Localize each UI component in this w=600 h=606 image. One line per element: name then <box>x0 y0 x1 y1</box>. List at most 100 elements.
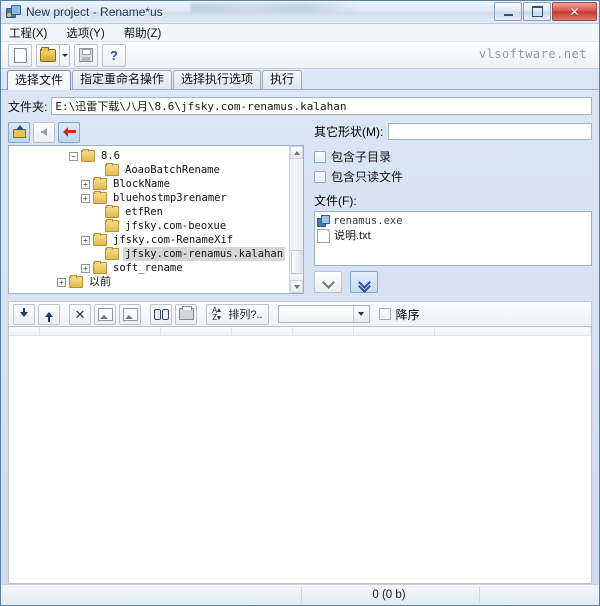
folder-path-input[interactable]: E:\迅雷下载\八月\8.6\jfsky.com-renamus.kalahan <box>51 97 592 115</box>
tree-item[interactable]: etfRen <box>9 205 303 219</box>
folder-path-label: 文件夹: <box>8 99 48 114</box>
scroll-up-button[interactable] <box>290 146 303 159</box>
file-list[interactable]: renamus.exe 说明.txt <box>314 211 592 266</box>
expand-box-icon[interactable]: + <box>81 193 90 203</box>
text-file-icon <box>317 229 330 243</box>
tab-bar: 选择文件 指定重命名操作 选择执行选项 执行 <box>1 69 599 90</box>
preview-image-button[interactable] <box>94 303 116 325</box>
new-project-button[interactable] <box>8 43 32 67</box>
tab-select-files[interactable]: 选择文件 <box>7 70 72 90</box>
title-bar: New project - Rename*us ✕ <box>1 1 599 24</box>
main-toolbar: ? vlsoftware.net <box>1 42 599 69</box>
file-options-pane: 其它形状(M): 包含子目录 包含只读文件 文件(F): renamus.exe <box>314 122 592 294</box>
edit-image-button[interactable] <box>119 303 141 325</box>
selected-files-list[interactable] <box>8 326 592 584</box>
tree-item[interactable]: + BlockName <box>9 177 303 191</box>
include-readonly-row[interactable]: 包含只读文件 <box>314 168 592 185</box>
tab-rename-actions[interactable]: 指定重命名操作 <box>72 70 173 89</box>
descending-label: 降序 <box>395 307 420 322</box>
tree-item[interactable]: + soft_rename <box>9 261 303 275</box>
column-header[interactable] <box>435 327 591 335</box>
tree-item[interactable]: + jfsky.com-RenameXif <box>9 233 303 247</box>
include-subdirs-label: 包含子目录 <box>331 150 392 164</box>
list-column-headers <box>9 327 591 336</box>
collapse-box-icon[interactable]: − <box>69 151 78 161</box>
chevron-down-icon[interactable] <box>352 306 369 322</box>
app-window: New project - Rename*us ✕ 工程(X) 选项(Y) 帮助… <box>0 0 600 606</box>
column-header[interactable] <box>161 327 232 335</box>
add-selected-button[interactable] <box>314 271 342 293</box>
tree-item[interactable]: jfsky.com-beoxue <box>9 219 303 233</box>
scroll-down-button[interactable] <box>290 280 303 293</box>
sort-field-combo[interactable] <box>277 305 370 323</box>
remove-button[interactable]: ✕ <box>69 303 91 325</box>
selected-files-section: ✕ AZ 排列?.. 降序 <box>8 301 592 584</box>
folder-icon <box>69 275 83 288</box>
expand-box-icon[interactable]: + <box>81 235 90 245</box>
tree-item[interactable]: − 8.6 <box>9 149 303 163</box>
scrollbar-thumb[interactable] <box>291 250 303 274</box>
tree-item-label: BlockName <box>113 178 170 190</box>
open-dropdown-button[interactable] <box>60 43 70 67</box>
close-button[interactable]: ✕ <box>552 2 597 21</box>
sort-button[interactable]: AZ 排列?.. <box>206 303 269 325</box>
include-subdirs-row[interactable]: 包含子目录 <box>314 148 592 165</box>
no-expander-icon <box>93 250 102 259</box>
tree-item-label: 以前 <box>89 276 111 288</box>
files-label: 文件(F): <box>314 194 357 208</box>
refresh-button[interactable] <box>58 121 80 143</box>
file-list-item[interactable]: 说明.txt <box>317 229 591 243</box>
folder-tree[interactable]: − 8.6 AoaoBatchRename + BlockName + blue… <box>8 145 304 294</box>
column-header[interactable] <box>293 327 354 335</box>
expand-box-icon[interactable]: + <box>81 263 90 273</box>
tree-item-label: 8.6 <box>101 150 120 162</box>
column-header[interactable] <box>232 327 293 335</box>
maximize-button[interactable] <box>523 2 551 21</box>
column-header[interactable] <box>354 327 435 335</box>
include-subdirs-checkbox[interactable] <box>314 150 326 163</box>
status-count: 0 (0 b) <box>372 589 406 601</box>
find-button[interactable] <box>150 303 172 325</box>
back-button[interactable] <box>33 121 55 143</box>
add-all-button[interactable] <box>350 271 378 293</box>
descending-checkbox[interactable] <box>378 308 391 320</box>
mask-input[interactable] <box>388 123 592 140</box>
status-bar: 0 (0 b) <box>1 584 599 605</box>
image-edit-icon <box>122 307 138 321</box>
no-expander-icon <box>93 222 102 231</box>
move-down-button[interactable] <box>13 303 35 325</box>
expand-box-icon[interactable]: + <box>81 179 90 189</box>
help-button[interactable]: ? <box>102 43 126 67</box>
tree-item-selected[interactable]: jfsky.com-renamus.kalahan <box>9 247 303 261</box>
tree-scrollbar[interactable] <box>289 146 303 293</box>
menu-item-help[interactable]: 帮助(Z) <box>122 24 171 42</box>
minimize-button[interactable] <box>494 2 522 21</box>
descending-row[interactable]: 降序 <box>378 306 420 323</box>
tree-item[interactable]: + bluehostmp3renamer <box>9 191 303 205</box>
tree-nav-buttons <box>8 121 304 143</box>
file-list-item[interactable]: renamus.exe <box>317 214 591 228</box>
open-project-button[interactable] <box>36 43 60 67</box>
tree-item[interactable]: + 以前 <box>9 275 303 289</box>
folder-icon <box>105 205 119 218</box>
mask-row: 其它形状(M): <box>314 122 592 141</box>
save-project-button[interactable] <box>74 43 98 67</box>
print-button[interactable] <box>175 303 197 325</box>
menu-item-project[interactable]: 工程(X) <box>7 24 56 42</box>
up-folder-button[interactable] <box>8 121 30 143</box>
tree-item[interactable]: AoaoBatchRename <box>9 163 303 177</box>
menu-item-options[interactable]: 选项(Y) <box>64 24 113 42</box>
tree-item-label: soft_rename <box>113 262 183 274</box>
expand-box-icon[interactable]: + <box>57 277 66 287</box>
include-readonly-checkbox[interactable] <box>314 170 326 183</box>
folder-icon <box>93 233 107 246</box>
tab-execute[interactable]: 执行 <box>262 70 303 89</box>
column-header[interactable] <box>40 327 161 335</box>
move-up-button[interactable] <box>38 303 60 325</box>
folder-tree-pane: − 8.6 AoaoBatchRename + BlockName + blue… <box>8 121 304 294</box>
tab-exec-options[interactable]: 选择执行选项 <box>173 70 262 89</box>
column-header[interactable] <box>9 327 40 335</box>
window-controls: ✕ <box>493 2 597 21</box>
file-name: 说明.txt <box>334 230 371 242</box>
folder-icon <box>93 177 107 190</box>
